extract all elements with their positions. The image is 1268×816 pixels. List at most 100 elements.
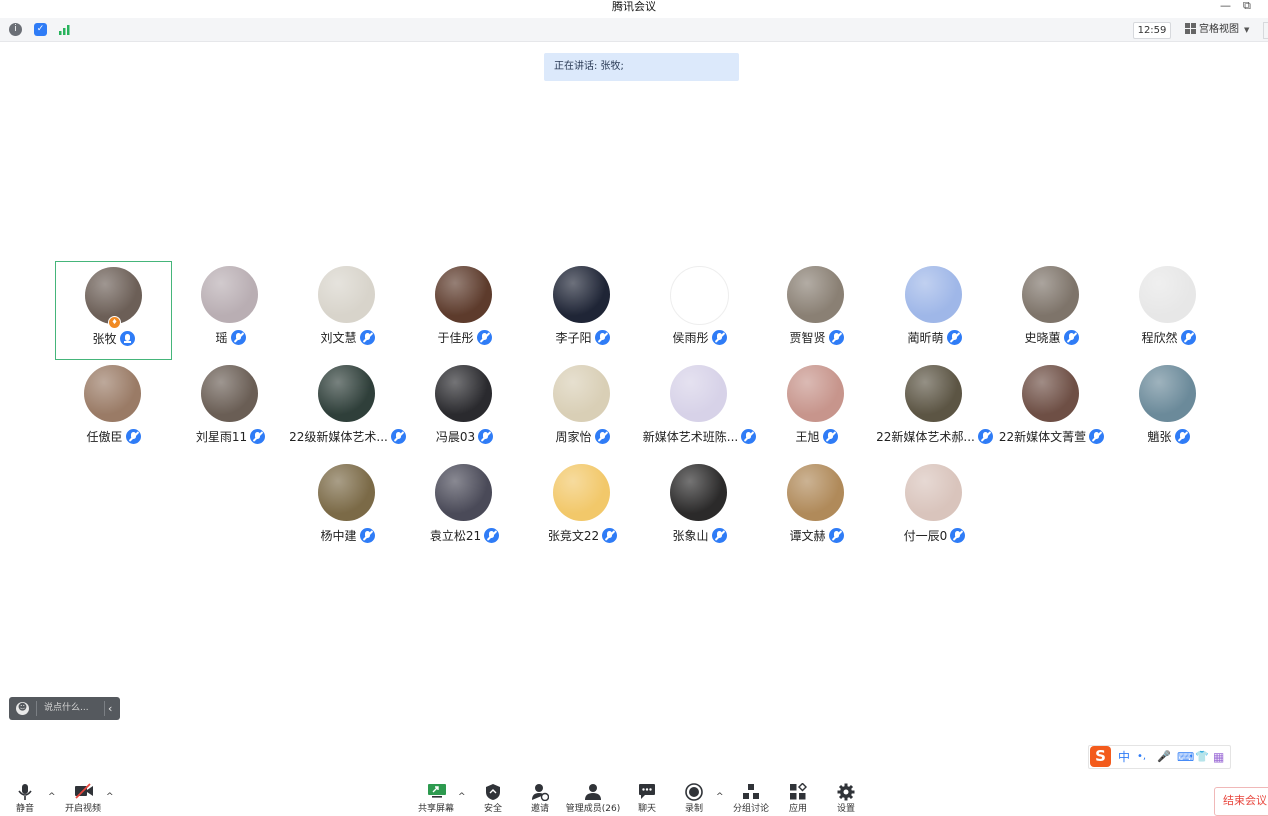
mic-muted-icon — [828, 330, 844, 345]
participant-caption: 张竞文22 — [524, 527, 641, 544]
share-options-caret[interactable]: ^ — [458, 792, 466, 802]
mic-muted-icon — [828, 528, 844, 543]
participant-tile[interactable]: 史晓蕙 — [993, 261, 1110, 360]
participant-name: 瑶 — [215, 330, 228, 345]
end-meeting-button[interactable]: 结束会议 — [1214, 787, 1268, 816]
participant-tile[interactable]: 杨中建 — [289, 459, 406, 558]
participant-caption: 刘文慧 — [289, 329, 406, 346]
fullscreen-button[interactable] — [1263, 22, 1268, 39]
participant-tile[interactable]: 侯雨彤 — [641, 261, 758, 360]
participant-name: 张牧 — [92, 331, 117, 346]
participant-tile[interactable]: ♦ 张牧 — [55, 261, 172, 360]
voice-input-icon[interactable]: 🎤 — [1157, 749, 1171, 765]
participant-tile[interactable]: 于佳彤 — [406, 261, 523, 360]
participant-tile[interactable]: 袁立松21 — [406, 459, 523, 558]
settings-button[interactable]: 设置 — [821, 778, 871, 814]
participant-caption: 22新媒体艺术郝... — [876, 428, 993, 445]
mic-muted-icon — [359, 528, 375, 543]
mic-muted-icon — [822, 429, 838, 444]
toolbox-icon[interactable]: ▦ — [1213, 749, 1224, 765]
participant-tile[interactable]: 冯晨03 — [406, 360, 523, 459]
mute-button[interactable]: 静音 — [0, 778, 50, 814]
participant-tile[interactable]: 周家怡 — [524, 360, 641, 459]
participant-tile[interactable]: 谭文赫 — [758, 459, 875, 558]
mic-muted-icon — [1174, 429, 1190, 444]
participant-caption: 张牧 — [56, 330, 171, 347]
emoji-icon[interactable]: ☻ — [16, 702, 29, 715]
record-button[interactable]: 录制 — [669, 778, 719, 814]
participant-tile[interactable]: 22级新媒体艺术... — [289, 360, 406, 459]
sogou-logo-icon[interactable]: S — [1090, 746, 1111, 767]
participant-tile[interactable]: 瑶 — [172, 261, 289, 360]
mic-muted-icon — [946, 330, 962, 345]
participant-name: 22新媒体文菁萱 — [998, 429, 1087, 444]
participant-tile[interactable]: 王旭 — [758, 360, 875, 459]
participant-caption: 刘星雨11 — [172, 428, 289, 445]
info-icon[interactable]: i — [9, 23, 22, 36]
skin-icon[interactable]: 👕 — [1195, 749, 1209, 765]
restore-button[interactable]: ⧉ — [1243, 0, 1251, 12]
participant-name: 蔺昕萌 — [907, 330, 944, 345]
participant-tile[interactable]: 李子阳 — [524, 261, 641, 360]
participant-name: 张象山 — [672, 528, 709, 543]
participant-caption: 蔺昕萌 — [876, 329, 993, 346]
participant-name: 谭文赫 — [789, 528, 826, 543]
participant-name: 王旭 — [795, 429, 820, 444]
participant-caption: 程欣然 — [1110, 329, 1227, 346]
participant-name: 史晓蕙 — [1024, 330, 1061, 345]
participant-caption: 新媒体艺术班陈... — [641, 428, 758, 445]
punctuation-icon[interactable]: •, — [1137, 749, 1146, 765]
video-off-icon — [74, 783, 93, 801]
participant-tile[interactable]: 程欣然 — [1110, 261, 1227, 360]
members-icon — [584, 783, 602, 801]
view-mode-dropdown[interactable]: 宫格视图 ▼ — [1179, 22, 1257, 38]
participant-tile[interactable]: 张象山 — [641, 459, 758, 558]
app-title: 腾讯会议 — [612, 0, 656, 13]
invite-user-icon — [531, 783, 550, 802]
participant-tile[interactable]: 新媒体艺术班陈... — [641, 360, 758, 459]
start-video-label: 开启视频 — [64, 804, 101, 814]
keyboard-icon[interactable]: ⌨ — [1177, 749, 1194, 765]
avatar — [670, 365, 727, 422]
participant-tile[interactable]: 任傲臣 — [55, 360, 172, 459]
mic-muted-icon — [711, 330, 727, 345]
avatar — [435, 365, 492, 422]
share-screen-button[interactable]: 共享屏幕 — [411, 778, 461, 814]
start-video-button[interactable]: 开启视频 — [58, 778, 108, 814]
avatar — [787, 464, 844, 521]
chat-input[interactable]: 说点什么... — [44, 697, 89, 720]
participant-tile[interactable]: 刘星雨11 — [172, 360, 289, 459]
participant-tile[interactable]: 贾智贤 — [758, 261, 875, 360]
minimize-button[interactable]: — — [1220, 0, 1231, 12]
mute-options-caret[interactable]: ^ — [48, 792, 56, 802]
view-mode-label: 宫格视图 — [1199, 24, 1239, 35]
shield-icon[interactable]: ✓ — [34, 23, 47, 36]
participant-caption: 谭文赫 — [758, 527, 875, 544]
participant-tile[interactable]: 魈张 — [1110, 360, 1227, 459]
signal-icon[interactable] — [58, 23, 71, 36]
participant-tile[interactable]: 22新媒体艺术郝... — [876, 360, 993, 459]
participant-caption: 魈张 — [1110, 428, 1227, 445]
participant-name: 22新媒体艺术郝... — [876, 429, 975, 444]
mic-muted-icon — [977, 429, 993, 444]
collapse-chevron-icon[interactable]: ‹ — [108, 697, 112, 720]
participant-tile[interactable]: 22新媒体文菁萱 — [993, 360, 1110, 459]
participant-tile[interactable]: 刘文慧 — [289, 261, 406, 360]
quick-chat-bar[interactable]: ☻ 说点什么... ‹ — [9, 697, 120, 720]
mic-muted-icon — [1180, 330, 1196, 345]
speaking-indicator: 正在讲话: 张牧; — [544, 53, 739, 81]
participant-name: 付一辰0 — [903, 528, 948, 543]
video-options-caret[interactable]: ^ — [106, 792, 114, 802]
chevron-down-icon: ▼ — [1244, 26, 1250, 34]
participant-tile[interactable]: 蔺昕萌 — [876, 261, 993, 360]
participant-caption: 侯雨彤 — [641, 329, 758, 346]
mic-muted-icon — [476, 330, 492, 345]
record-options-caret[interactable]: ^ — [716, 792, 724, 802]
mic-muted-icon — [230, 330, 246, 345]
manage-members-button[interactable]: 管理成员(26) — [566, 778, 620, 814]
ime-lang-toggle[interactable]: 中 — [1118, 749, 1130, 765]
mic-muted-icon — [602, 528, 618, 543]
participant-tile[interactable]: 付一辰0 — [876, 459, 993, 558]
participant-tile[interactable]: 张竞文22 — [524, 459, 641, 558]
ime-toolbar[interactable]: S 中 •, 🎤 ⌨ 👕 ▦ — [1088, 745, 1231, 769]
